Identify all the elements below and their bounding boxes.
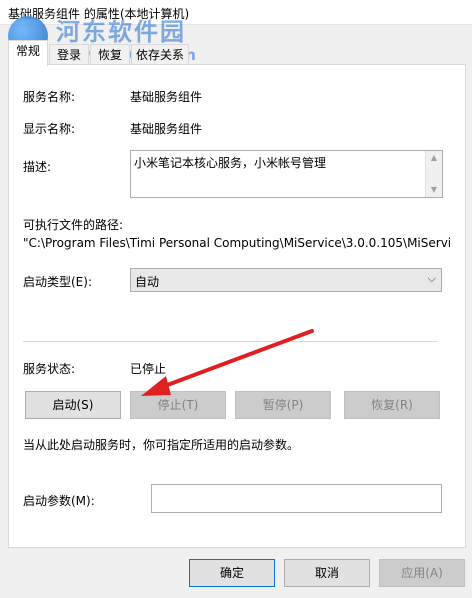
resume-button[interactable]: 恢复(R) — [344, 391, 440, 419]
service-name-value: 基础服务组件 — [130, 90, 203, 104]
start-params-hint: 当从此处启动服务时，你可指定所适用的启动参数。 — [23, 438, 300, 452]
pause-button[interactable]: 暂停(P) — [235, 391, 331, 419]
divider — [23, 341, 437, 342]
startup-type-value: 自动 — [135, 275, 160, 289]
window-title: 基础服务组件 的属性(本地计算机) — [8, 7, 190, 21]
service-name-label: 服务名称: — [23, 90, 76, 104]
description-field[interactable]: 小米笔记本核心服务，小米帐号管理 ▲ ▼ — [130, 150, 443, 198]
service-status-value: 已停止 — [130, 362, 167, 376]
tab-logon[interactable]: 登录 — [49, 44, 89, 65]
tab-recovery[interactable]: 恢复 — [90, 44, 130, 65]
description-text: 小米笔记本核心服务，小米帐号管理 — [134, 156, 327, 170]
ok-button[interactable]: 确定 — [189, 559, 275, 587]
exe-path-label: 可执行文件的路径: — [23, 218, 124, 232]
exe-path-value: "C:\Program Files\Timi Personal Computin… — [23, 236, 452, 250]
description-label: 描述: — [23, 160, 52, 174]
scroll-up-icon[interactable]: ▲ — [426, 151, 442, 165]
start-button[interactable]: 启动(S) — [25, 391, 121, 419]
tab-general[interactable]: 常规 — [8, 40, 48, 66]
start-params-label: 启动参数(M): — [23, 494, 95, 508]
display-name-label: 显示名称: — [23, 122, 76, 136]
tab-dependencies[interactable]: 依存关系 — [131, 44, 189, 65]
service-status-label: 服务状态: — [23, 362, 76, 376]
scroll-down-icon[interactable]: ▼ — [426, 183, 442, 197]
title-bar: 基础服务组件 的属性(本地计算机) — [0, 0, 472, 25]
startup-type-label: 启动类型(E): — [23, 275, 92, 289]
apply-button[interactable]: 应用(A) — [379, 559, 465, 587]
general-panel: 服务名称: 基础服务组件 显示名称: 基础服务组件 描述: 小米笔记本核心服务，… — [8, 64, 466, 548]
chevron-down-icon: ⌵ — [427, 272, 436, 285]
startup-type-select[interactable]: 自动 ⌵ — [130, 268, 442, 292]
stop-button[interactable]: 停止(T) — [130, 391, 226, 419]
cancel-button[interactable]: 取消 — [284, 559, 370, 587]
description-scrollbar[interactable]: ▲ ▼ — [425, 151, 442, 197]
start-params-input[interactable] — [151, 484, 442, 513]
display-name-value: 基础服务组件 — [130, 122, 203, 136]
